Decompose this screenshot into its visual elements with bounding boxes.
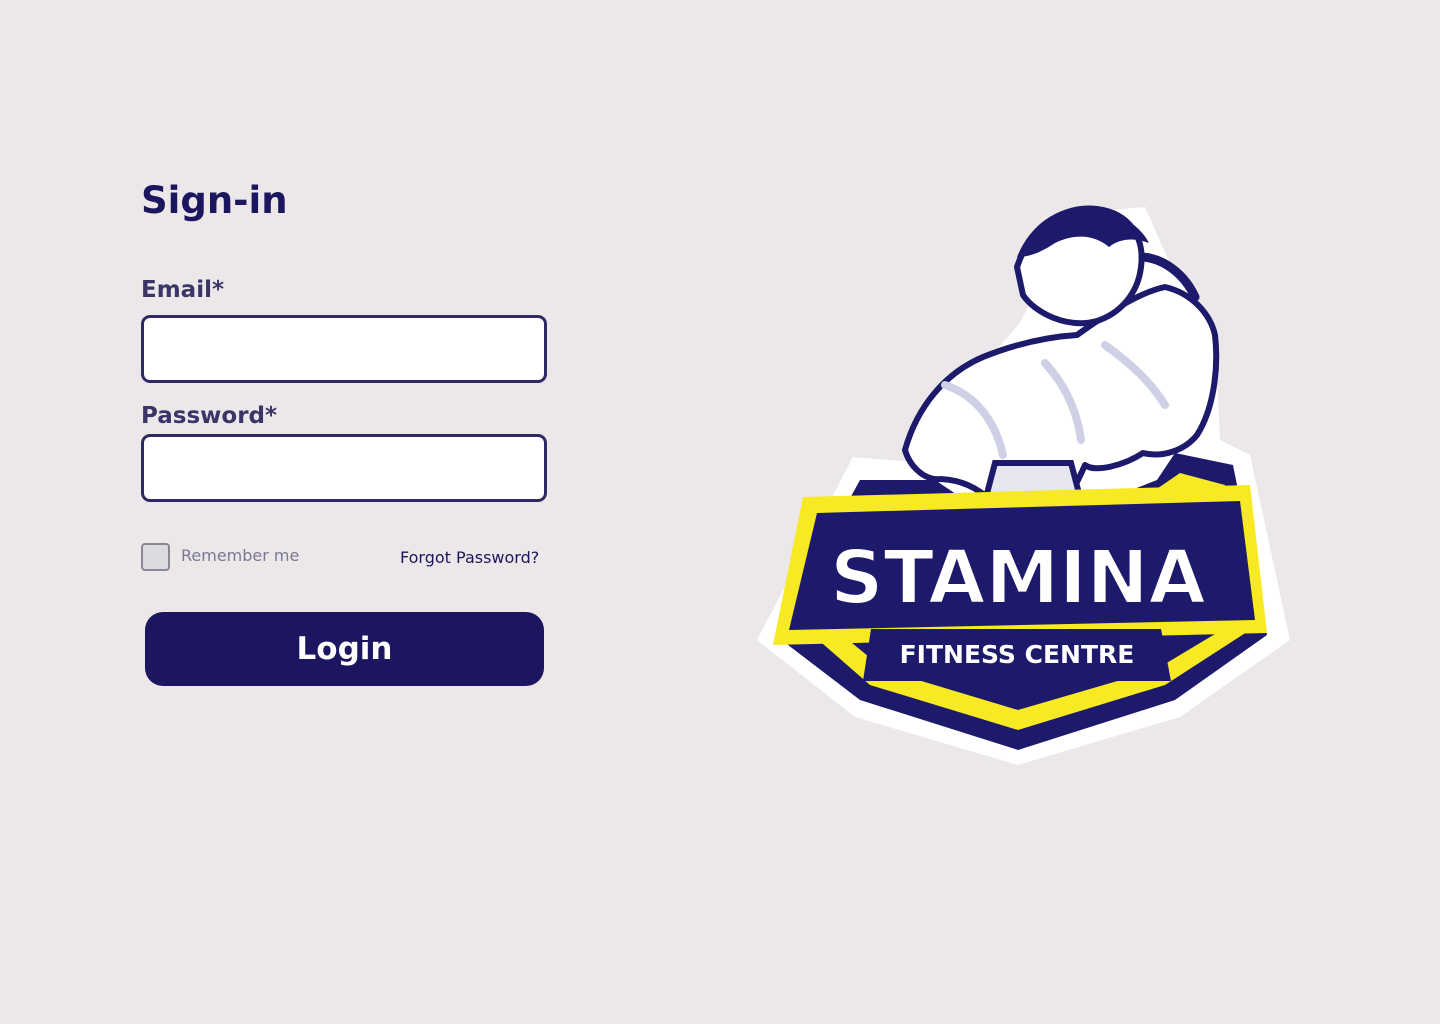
password-label: Password* [141, 403, 278, 429]
page-title: Sign-in [141, 179, 288, 222]
email-label: Email* [141, 277, 224, 303]
logo-title: STAMINA [830, 535, 1206, 621]
email-field[interactable] [141, 315, 547, 383]
remember-me-checkbox[interactable] [141, 543, 170, 571]
password-field[interactable] [141, 434, 547, 502]
forgot-password-link[interactable]: Forgot Password? [400, 547, 539, 569]
stamina-fitness-logo: STAMINA FITNESS CENTRE [757, 205, 1290, 765]
logo-subtitle: FITNESS CENTRE [900, 640, 1135, 669]
login-button[interactable]: Login [145, 612, 544, 686]
remember-me-label[interactable]: Remember me [181, 545, 299, 567]
